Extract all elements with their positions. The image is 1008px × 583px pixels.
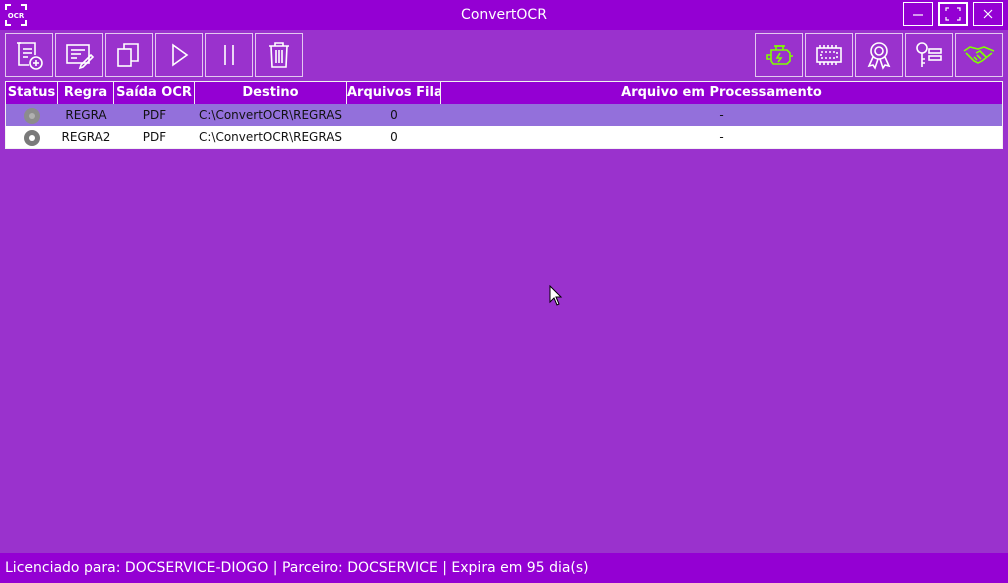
destino-cell: C:\ConvertOCR\REGRAS <box>199 130 343 144</box>
document-edit-icon <box>66 44 95 70</box>
mouse-cursor-icon <box>549 285 563 306</box>
column-header-regra[interactable]: Regra <box>58 82 114 104</box>
delete-rule-button[interactable] <box>255 33 303 77</box>
rules-grid: Status Regra Saída OCR Destino Arquivos … <box>5 81 1003 149</box>
grid-header: Status Regra Saída OCR Destino Arquivos … <box>6 82 1002 104</box>
processamento-cell: - <box>719 108 724 122</box>
start-button[interactable] <box>155 33 203 77</box>
column-header-arquivo-em-processamento[interactable]: Arquivo em Processamento <box>441 82 1002 104</box>
processamento-cell: - <box>719 130 724 144</box>
status-cell <box>6 126 58 148</box>
partner-button[interactable] <box>955 33 1003 77</box>
arquivos-fila-cell: 0 <box>390 130 398 144</box>
copy-icon <box>117 43 139 67</box>
license-key-button[interactable] <box>905 33 953 77</box>
column-header-arquivos-fila[interactable]: Arquivos Fila <box>347 82 441 104</box>
copy-rule-button[interactable] <box>105 33 153 77</box>
status-stopped-icon <box>24 129 40 146</box>
maximize-button[interactable] <box>938 2 968 26</box>
column-header-destino[interactable]: Destino <box>195 82 347 104</box>
pause-button[interactable] <box>205 33 253 77</box>
minimize-button[interactable] <box>903 2 933 26</box>
saida-ocr-cell: PDF <box>142 108 167 122</box>
license-status-text: Licenciado para: DOCSERVICE-DIOGO | Parc… <box>0 553 1008 583</box>
status-cell <box>6 104 58 126</box>
edit-rule-button[interactable] <box>55 33 103 77</box>
regra-cell: REGRA <box>65 108 107 122</box>
award-icon <box>867 42 891 70</box>
title-bar: OCR ConvertOCR <box>0 0 1008 30</box>
table-row[interactable]: REGRA2 PDF C:\ConvertOCR\REGRAS 0 - <box>6 126 1002 148</box>
engine-button[interactable] <box>755 33 803 77</box>
saida-ocr-cell: PDF <box>142 130 167 144</box>
destino-cell: C:\ConvertOCR\REGRAS <box>199 108 343 122</box>
chip-icon <box>816 45 842 65</box>
play-icon <box>172 43 189 67</box>
maximize-icon <box>945 7 961 21</box>
status-stopped-icon <box>24 107 40 124</box>
column-header-status[interactable]: Status <box>6 82 58 104</box>
arquivos-fila-cell: 0 <box>390 108 398 122</box>
regra-cell: REGRA2 <box>61 130 111 144</box>
memory-button[interactable] <box>805 33 853 77</box>
close-button[interactable] <box>973 2 1003 26</box>
table-row[interactable]: REGRA PDF C:\ConvertOCR\REGRAS 0 - <box>6 104 1002 126</box>
pause-icon <box>224 45 234 65</box>
trash-icon <box>269 42 289 68</box>
handshake-icon <box>963 46 995 64</box>
engine-icon <box>766 45 793 65</box>
key-icon <box>916 42 942 67</box>
column-header-saida-ocr[interactable]: Saída OCR <box>114 82 195 104</box>
document-plus-icon <box>17 42 43 70</box>
minimize-icon <box>913 14 923 16</box>
add-rule-button[interactable] <box>5 33 53 77</box>
close-icon <box>983 9 993 19</box>
certificate-button[interactable] <box>855 33 903 77</box>
window-title: ConvertOCR <box>461 7 547 23</box>
